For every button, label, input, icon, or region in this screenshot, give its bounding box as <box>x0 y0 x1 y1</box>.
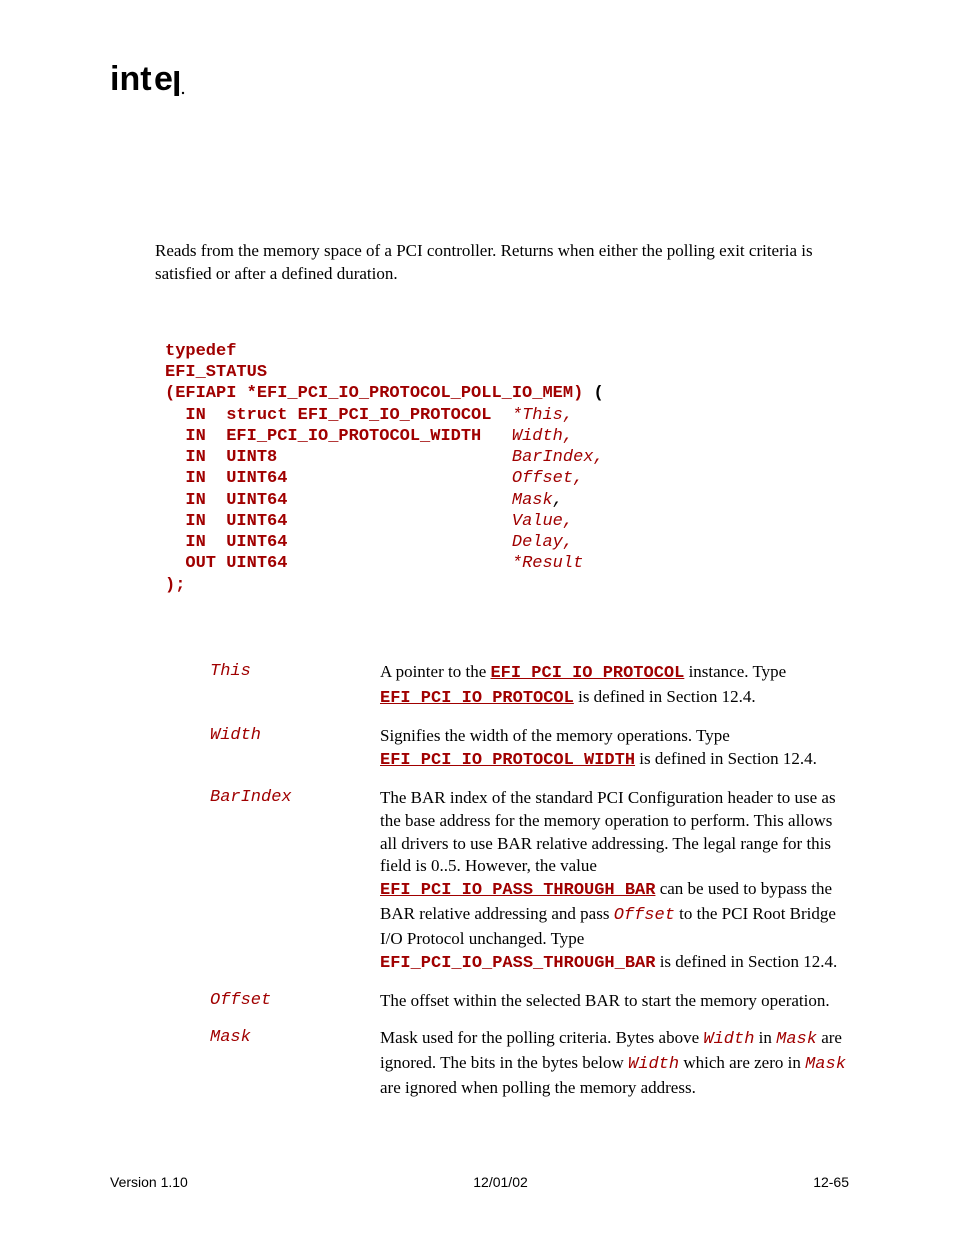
footer-version: Version 1.10 <box>110 1174 188 1190</box>
param-row-this: This A pointer to the EFI_PCI_IO_PROTOCO… <box>210 661 849 711</box>
param-desc: The BAR index of the standard PCI Config… <box>380 787 849 977</box>
proto-row-value: IN UINT64 Value, <box>165 512 573 531</box>
proto-row-offset: IN UINT64 Offset, <box>165 469 583 488</box>
param-name: Offset <box>210 990 380 1013</box>
proto-row-delay: IN UINT64 Delay, <box>165 533 573 552</box>
proto-row-barindex: IN UINT8 BarIndex, <box>165 448 604 467</box>
param-name: Width <box>210 725 380 773</box>
proto-row-width: IN EFI_PCI_IO_PROTOCOL_WIDTH Width, <box>165 427 573 446</box>
proto-fn: (EFIAPI *EFI_PCI_IO_PROTOCOL_POLL_IO_MEM… <box>165 384 583 403</box>
param-desc: A pointer to the EFI_PCI_IO_PROTOCOL ins… <box>380 661 849 711</box>
proto-typedef: typedef <box>165 342 236 361</box>
proto-row-this: IN struct EFI_PCI_IO_PROTOCOL *This, <box>165 406 573 425</box>
svg-text:e: e <box>154 60 173 98</box>
param-name: Mask <box>210 1027 380 1100</box>
param-name: BarIndex <box>210 787 380 977</box>
prototype-block: typedef EFI_STATUS (EFIAPI *EFI_PCI_IO_P… <box>165 341 849 596</box>
param-desc: Mask used for the polling criteria. Byte… <box>380 1027 849 1100</box>
page-footer: Version 1.10 12/01/02 12-65 <box>110 1174 849 1190</box>
proto-row-result: OUT UINT64 *Result <box>165 554 583 573</box>
proto-open: ( <box>583 384 603 403</box>
param-row-barindex: BarIndex The BAR index of the standard P… <box>210 787 849 977</box>
param-row-width: Width Signifies the width of the memory … <box>210 725 849 773</box>
svg-text:l: l <box>172 66 181 100</box>
param-row-offset: Offset The offset within the selected BA… <box>210 990 849 1013</box>
footer-date: 12/01/02 <box>473 1174 528 1190</box>
proto-close: ); <box>165 576 185 595</box>
param-desc: Signifies the width of the memory operat… <box>380 725 849 773</box>
footer-page: 12-65 <box>813 1174 849 1190</box>
intel-logo: int e l <box>110 60 849 100</box>
proto-status: EFI_STATUS <box>165 363 267 382</box>
param-row-mask: Mask Mask used for the polling criteria.… <box>210 1027 849 1100</box>
param-name: This <box>210 661 380 711</box>
intro-paragraph: Reads from the memory space of a PCI con… <box>155 240 849 286</box>
params-table: This A pointer to the EFI_PCI_IO_PROTOCO… <box>210 661 849 1100</box>
svg-text:int: int <box>110 60 152 98</box>
param-desc: The offset within the selected BAR to st… <box>380 990 849 1013</box>
proto-row-mask: IN UINT64 Mask, <box>165 491 563 510</box>
